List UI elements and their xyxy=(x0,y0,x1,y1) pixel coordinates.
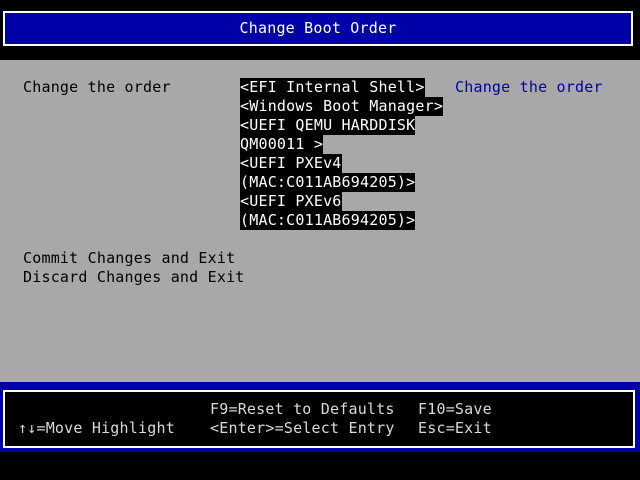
change-order-label[interactable]: Change the order xyxy=(23,78,171,97)
reset-defaults-hint: F9=Reset to Defaults xyxy=(210,400,395,418)
key-help-band: F9=Reset to Defaults F10=Save ↑↓=Move Hi… xyxy=(0,382,640,480)
boot-entry-pxev6[interactable]: <UEFI PXEv6 xyxy=(240,192,342,211)
boot-entry-pxev4-mac[interactable]: (MAC:C011AB694205)> xyxy=(240,173,416,192)
save-hint: F10=Save xyxy=(418,400,492,418)
boot-entry-windows[interactable]: <Windows Boot Manager> xyxy=(240,97,444,116)
title-band: Change Boot Order xyxy=(0,0,640,60)
boot-entry-pxev4[interactable]: <UEFI PXEv4 xyxy=(240,154,342,173)
key-help-box: F9=Reset to Defaults F10=Save ↑↓=Move Hi… xyxy=(3,390,635,448)
help-text: Change the order xyxy=(455,78,603,96)
main-panel: Change the order <EFI Internal Shell> <W… xyxy=(0,60,640,382)
boot-entry-qemu-harddisk[interactable]: <UEFI QEMU HARDDISK xyxy=(240,116,416,135)
boot-entry-efi-shell[interactable]: <EFI Internal Shell> xyxy=(240,78,425,97)
discard-changes-exit[interactable]: Discard Changes and Exit xyxy=(23,268,245,287)
boot-entry-pxev6-mac[interactable]: (MAC:C011AB694205)> xyxy=(240,211,416,230)
boot-entry-qemu-harddisk-cont[interactable]: QM00011 > xyxy=(240,135,324,154)
exit-hint: Esc=Exit xyxy=(418,419,492,437)
move-highlight-hint: ↑↓=Move Highlight xyxy=(18,419,175,437)
page-title: Change Boot Order xyxy=(3,11,633,46)
bottom-black-strip xyxy=(0,452,640,480)
commit-changes-exit[interactable]: Commit Changes and Exit xyxy=(23,249,235,268)
select-entry-hint: <Enter>=Select Entry xyxy=(210,419,395,437)
